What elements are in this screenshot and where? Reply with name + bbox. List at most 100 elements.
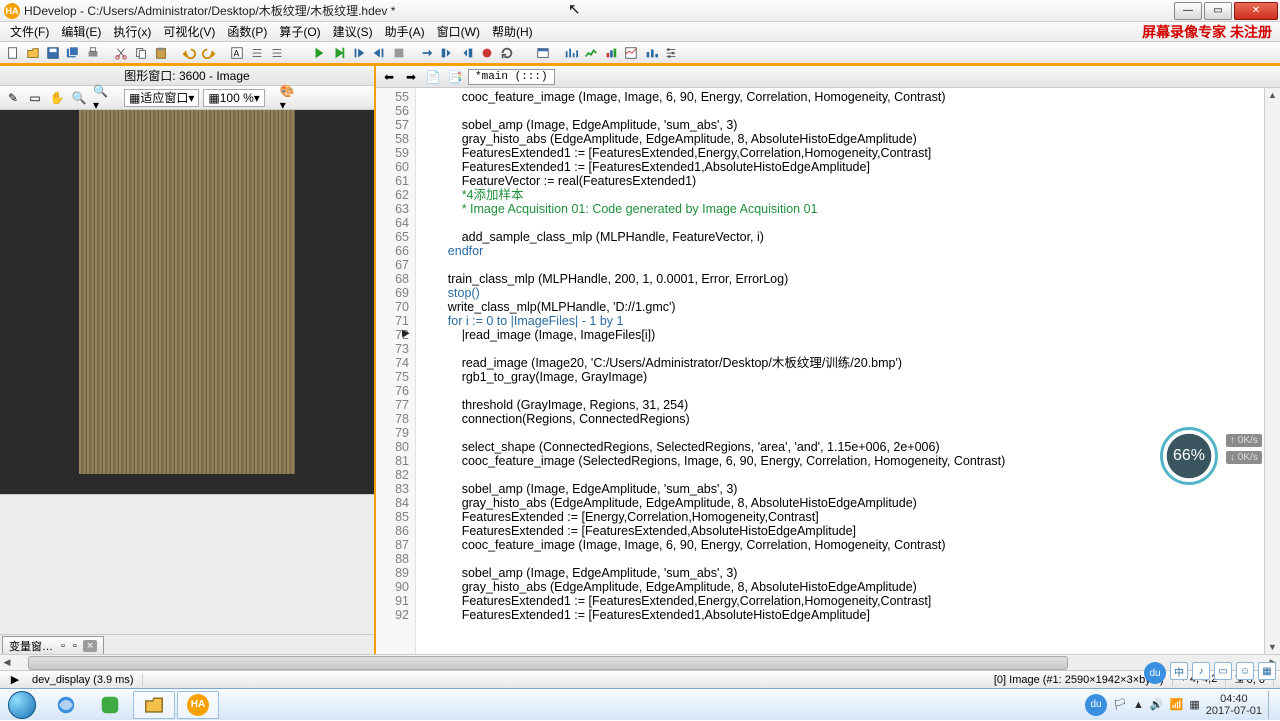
taskbar-hdevelop-icon[interactable]: HA xyxy=(177,691,219,719)
wood-image xyxy=(79,110,295,474)
select-icon[interactable]: ▭ xyxy=(26,89,44,107)
window1-icon[interactable] xyxy=(534,44,552,62)
tray-network-icon[interactable]: 📶 xyxy=(1170,698,1184,711)
image-view[interactable] xyxy=(0,110,374,494)
chart2-icon[interactable] xyxy=(582,44,600,62)
code-toolbar: ⬅ ➡ 📄 📑 *main (:::) xyxy=(376,66,1280,88)
step3-icon[interactable] xyxy=(458,44,476,62)
list2-icon[interactable] xyxy=(268,44,286,62)
step-into-icon[interactable] xyxy=(350,44,368,62)
menu-item[interactable]: 函数(P) xyxy=(221,25,273,39)
minimize-button[interactable]: — xyxy=(1174,2,1202,20)
graphics-lower-area xyxy=(0,494,374,634)
windows-orb-icon xyxy=(8,691,36,719)
print-icon[interactable] xyxy=(84,44,102,62)
menu-item[interactable]: 文件(F) xyxy=(4,25,55,39)
chart4-icon[interactable] xyxy=(622,44,640,62)
menu-item[interactable]: 建议(S) xyxy=(327,25,379,39)
chart1-icon[interactable] xyxy=(562,44,580,62)
tray-volume-icon[interactable]: 🔊 xyxy=(1150,698,1164,711)
taskbar-ie-icon[interactable] xyxy=(45,691,87,719)
ime-face-icon[interactable]: ☺ xyxy=(1236,662,1254,680)
menu-item[interactable]: 帮助(H) xyxy=(486,25,539,39)
new-icon[interactable] xyxy=(4,44,22,62)
ime-side-strip: du 中 ♪ ▭ ☺ ▦ xyxy=(1144,662,1276,684)
variable-tab-close-icon[interactable]: × xyxy=(83,640,97,652)
redo-icon[interactable] xyxy=(200,44,218,62)
close-button[interactable]: ✕ xyxy=(1234,2,1278,20)
maximize-button[interactable]: ▭ xyxy=(1204,2,1232,20)
zoom-percent-combo[interactable]: ▦ 100 % ▾ xyxy=(203,89,264,107)
code-pane: ⬅ ➡ 📄 📑 *main (:::) 55565758596061626364… xyxy=(376,66,1280,654)
zoom-dropdown-icon[interactable]: 🔍▾ xyxy=(92,89,110,107)
chart3-icon[interactable] xyxy=(602,44,620,62)
zoom-icon[interactable]: 🔍 xyxy=(70,89,88,107)
taskbar[interactable]: HA du 🏳 ▲ 🔊 📶 ▦ 04:402017-07-01 xyxy=(0,688,1280,720)
settings-icon[interactable] xyxy=(662,44,680,62)
tray-du-icon[interactable]: du xyxy=(1085,694,1107,716)
menu-item[interactable]: 可视化(V) xyxy=(157,25,221,39)
run-icon[interactable] xyxy=(310,44,328,62)
show-desktop-button[interactable] xyxy=(1268,691,1276,719)
variable-window-tab[interactable]: 变量窗… ▫ ▫ × xyxy=(2,636,104,654)
tray-clock[interactable]: 04:402017-07-01 xyxy=(1206,693,1262,717)
step1-icon[interactable] xyxy=(418,44,436,62)
palette-icon[interactable]: 🎨▾ xyxy=(279,89,297,107)
nav-fwd-icon[interactable]: ➡ xyxy=(402,68,420,86)
open-icon[interactable] xyxy=(24,44,42,62)
line-gutter: 5556575859606162636465666768697071727374… xyxy=(376,88,416,654)
variable-tab-strip: 变量窗… ▫ ▫ × xyxy=(0,634,374,654)
step-over-icon[interactable] xyxy=(330,44,348,62)
menu-item[interactable]: 助手(A) xyxy=(379,25,431,39)
du-icon[interactable]: du xyxy=(1144,662,1166,684)
vertical-scrollbar[interactable]: ▲▼ xyxy=(1264,88,1280,654)
find-icon[interactable]: A xyxy=(228,44,246,62)
fit-window-combo[interactable]: ▦ 适应窗口 ▾ xyxy=(124,89,199,107)
step-out-icon[interactable] xyxy=(370,44,388,62)
svg-text:A: A xyxy=(234,48,240,58)
breakpoint-icon[interactable] xyxy=(478,44,496,62)
cut-icon[interactable] xyxy=(112,44,130,62)
code-lines[interactable]: cooc_feature_image (Image, Image, 6, 90,… xyxy=(416,88,1264,654)
open-ext-icon[interactable]: 📄 xyxy=(424,68,442,86)
step2-icon[interactable] xyxy=(438,44,456,62)
tray-lang-icon[interactable]: ▦ xyxy=(1189,698,1199,711)
menu-item[interactable]: 算子(O) xyxy=(273,25,326,39)
status-left: dev_display (3.9 ms) xyxy=(24,674,143,686)
start-button[interactable] xyxy=(0,689,44,721)
fn-icon[interactable]: 📑 xyxy=(446,68,464,86)
ime-symbol-icon[interactable]: ♪ xyxy=(1192,662,1210,680)
horizontal-scrollbar[interactable]: ◀ ▶ xyxy=(0,654,1280,670)
hand-icon[interactable]: ✋ xyxy=(48,89,66,107)
menu-item[interactable]: 窗口(W) xyxy=(431,25,486,39)
list-icon[interactable] xyxy=(248,44,266,62)
save-all-icon[interactable] xyxy=(64,44,82,62)
graphics-toolbar: ✎ ▭ ✋ 🔍 🔍▾ ▦ 适应窗口 ▾ ▦ 100 % ▾ 🎨▾ xyxy=(0,86,374,110)
system-tray[interactable]: du 🏳 ▲ 🔊 📶 ▦ 04:402017-07-01 xyxy=(1085,691,1280,719)
chart5-icon[interactable] xyxy=(642,44,660,62)
tray-up-icon[interactable]: ▲ xyxy=(1133,699,1144,711)
menu-item[interactable]: 执行(x) xyxy=(107,25,157,39)
code-tab-main[interactable]: *main (:::) xyxy=(468,69,555,85)
taskbar-app1-icon[interactable] xyxy=(89,691,131,719)
ime-cn-icon[interactable]: 中 xyxy=(1170,662,1188,680)
copy-icon[interactable] xyxy=(132,44,150,62)
tray-flag-icon[interactable]: 🏳 xyxy=(1113,698,1127,711)
menu-item[interactable]: 编辑(E) xyxy=(55,25,107,39)
ime-grid-icon[interactable]: ▦ xyxy=(1258,662,1276,680)
menu-bar: 文件(F)编辑(E)执行(x)可视化(V)函数(P)算子(O)建议(S)助手(A… xyxy=(0,22,1280,42)
code-editor[interactable]: 5556575859606162636465666768697071727374… xyxy=(376,88,1280,654)
main-toolbar: A xyxy=(0,42,1280,66)
stop-icon[interactable] xyxy=(390,44,408,62)
status-bar: ▶ dev_display (3.9 ms) [0] Image (#1: 25… xyxy=(0,670,1280,688)
paste-icon[interactable] xyxy=(152,44,170,62)
nav-back-icon[interactable]: ⬅ xyxy=(380,68,398,86)
undo-icon[interactable] xyxy=(180,44,198,62)
save-icon[interactable] xyxy=(44,44,62,62)
refresh-icon[interactable] xyxy=(498,44,516,62)
taskbar-explorer-icon[interactable] xyxy=(133,691,175,719)
ime-window-icon[interactable]: ▭ xyxy=(1214,662,1232,680)
app-icon: HA xyxy=(4,3,20,19)
window-title: HDevelop - C:/Users/Administrator/Deskto… xyxy=(24,2,1174,19)
pointer-icon[interactable]: ✎ xyxy=(4,89,22,107)
